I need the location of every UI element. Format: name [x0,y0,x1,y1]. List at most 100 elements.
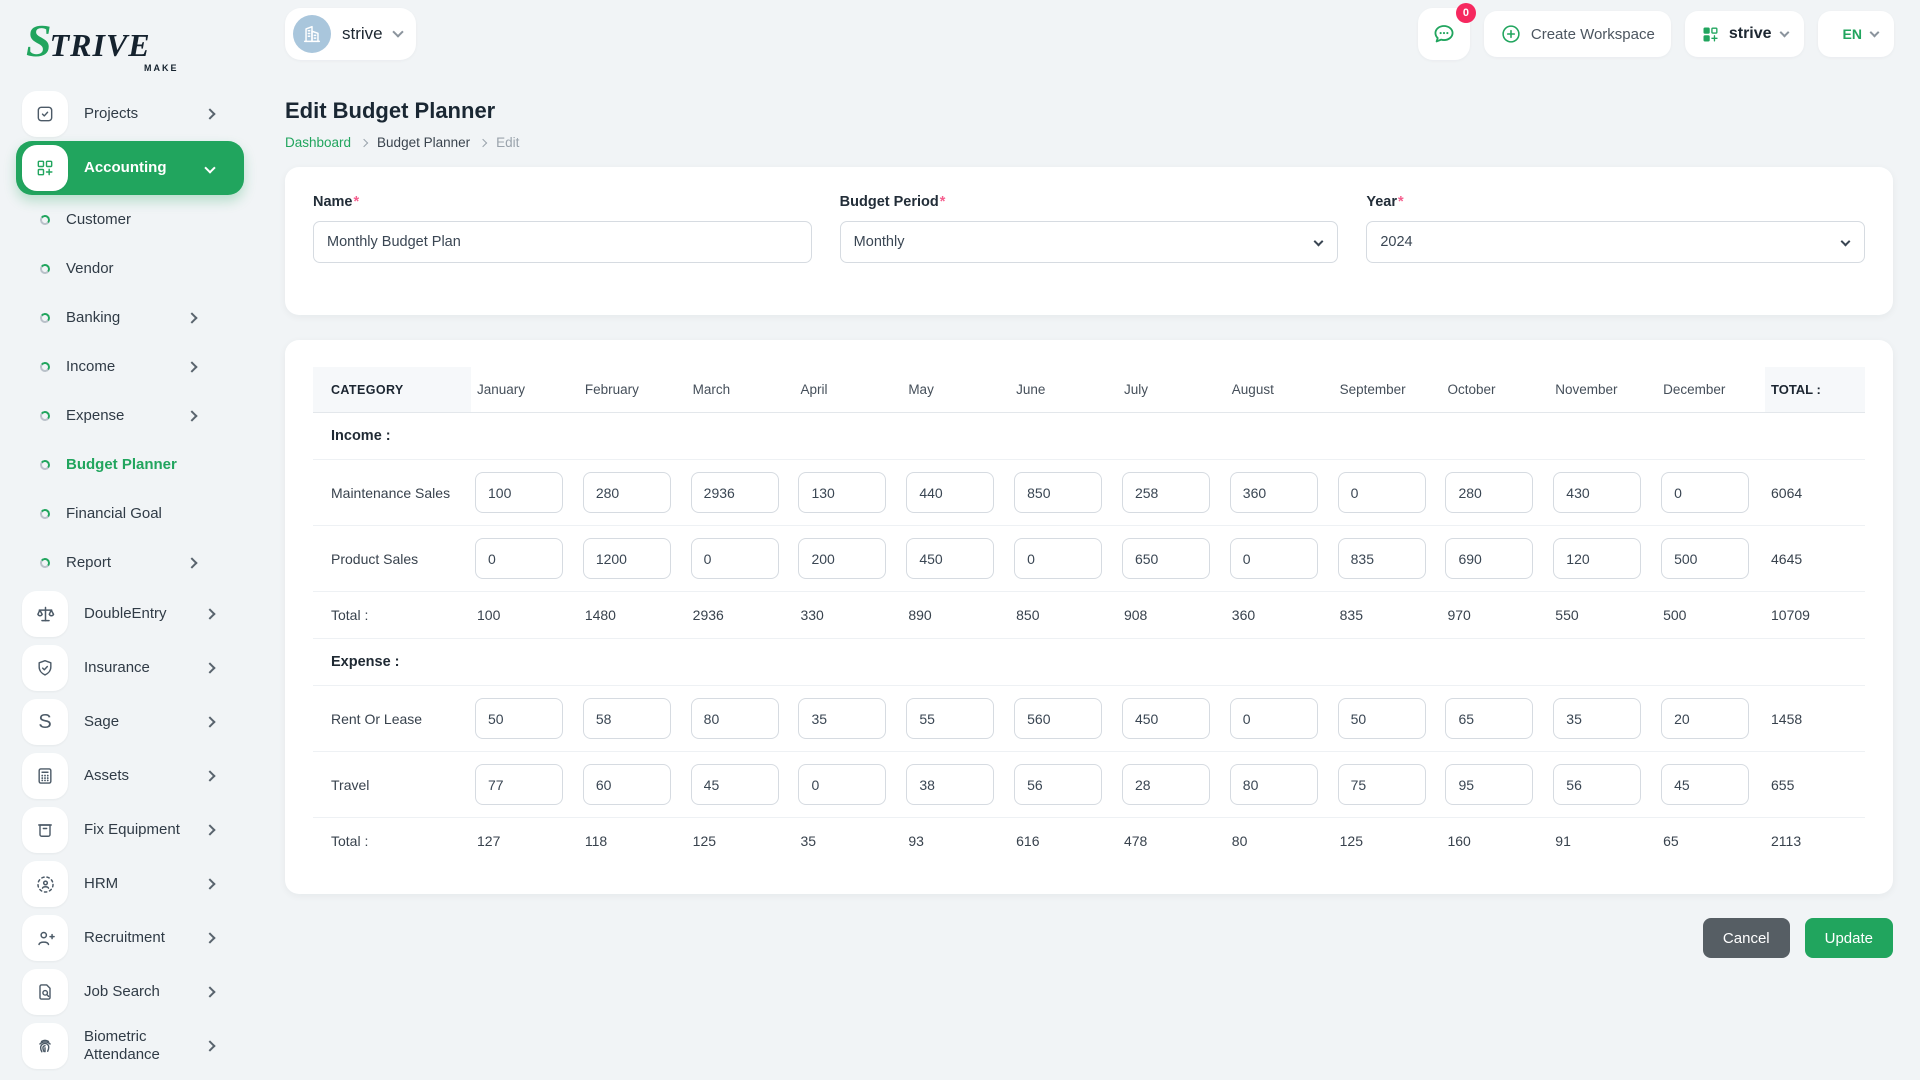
year-label: Year* [1366,194,1404,210]
row-label: Product Sales [313,526,471,592]
budget-amount-input-july[interactable] [1121,538,1210,579]
sidebar-item-label: Financial Goal [66,504,162,522]
budget-amount-input-february[interactable] [582,538,671,579]
sidebar-item-assets[interactable]: Assets [16,749,244,803]
budget-amount-input-september[interactable] [1337,538,1426,579]
budget-amount-input-december[interactable] [1661,698,1750,739]
year-select[interactable]: 2024 [1366,221,1866,263]
app-logo[interactable]: S TRIVE [26,17,244,63]
budget-amount-input-may[interactable] [906,698,995,739]
budget-amount-input-november[interactable] [1553,472,1642,513]
budget-amount-input-july[interactable] [1121,764,1210,805]
sidebar-item-vendor[interactable]: Vendor [16,244,244,293]
name-input[interactable] [313,221,812,263]
sidebar-item-label: Banking [66,308,121,326]
budget-amount-input-october[interactable] [1445,472,1534,513]
language-selector[interactable]: EN [1817,11,1894,57]
amount-cell [1549,460,1658,526]
sidebar-item-fix-equipment[interactable]: Fix Equipment [16,803,244,857]
month-column-header-august: August [1225,367,1334,413]
budget-amount-input-april[interactable] [798,472,887,513]
cancel-button[interactable]: Cancel [1702,918,1790,958]
budget-amount-input-january[interactable] [475,698,563,739]
budget-amount-input-october[interactable] [1445,698,1534,739]
budget-period-select[interactable]: Monthly [839,221,1339,263]
budget-amount-input-june[interactable] [1014,472,1103,513]
budget-amount-input-february[interactable] [582,472,671,513]
sidebar-item-report[interactable]: Report [16,538,244,587]
amount-cell [686,752,795,818]
budget-amount-input-june[interactable] [1014,538,1103,579]
budget-amount-input-january[interactable] [475,764,563,805]
budget-amount-input-december[interactable] [1661,538,1750,579]
sidebar-item-insurance[interactable]: Insurance [16,641,244,695]
budget-amount-input-july[interactable] [1121,698,1210,739]
sidebar-item-banking[interactable]: Banking [16,293,244,342]
amount-cell [1333,752,1442,818]
budget-amount-input-february[interactable] [582,698,671,739]
archive-box-icon [22,807,68,854]
sidebar-item-recruitment[interactable]: Recruitment [16,911,244,965]
workspace-switcher[interactable]: strive [285,8,416,60]
amount-cell [578,526,687,592]
create-workspace-button[interactable]: Create Workspace [1483,11,1671,57]
budget-amount-input-march[interactable] [690,764,779,805]
update-button[interactable]: Update [1804,918,1893,958]
budget-amount-input-november[interactable] [1553,764,1642,805]
sidebar-item-expense[interactable]: Expense [16,391,244,440]
budget-amount-input-december[interactable] [1661,764,1750,805]
budget-amount-input-august[interactable] [1229,538,1318,579]
sidebar-item-financial-goal[interactable]: Financial Goal [16,489,244,538]
chat-button[interactable]: 0 [1417,3,1476,60]
budget-amount-input-march[interactable] [690,538,779,579]
sidebar-item-accounting[interactable]: Accounting [16,141,244,196]
breadcrumb-item-dashboard[interactable]: Dashboard [285,135,351,150]
budget-amount-input-april[interactable] [798,698,887,739]
table-row-travel: Travel 655 [313,752,1865,818]
amount-cell [1117,686,1226,752]
budget-amount-input-august[interactable] [1229,764,1318,805]
budget-amount-input-may[interactable] [906,472,995,513]
budget-amount-input-september[interactable] [1337,764,1426,805]
budget-amount-input-august[interactable] [1229,698,1318,739]
budget-amount-input-april[interactable] [798,538,887,579]
company-switcher[interactable]: strive [1684,11,1804,57]
budget-amount-input-december[interactable] [1661,472,1750,513]
sidebar-item-hrm[interactable]: HRM [16,857,244,911]
language-label: EN [1842,26,1862,42]
budget-amount-input-july[interactable] [1121,472,1210,513]
sidebar-item-budget-planner[interactable]: Budget Planner [16,440,244,489]
letter-s-icon: S [22,699,68,746]
row-label: Maintenance Sales [313,460,471,526]
budget-amount-input-february[interactable] [582,764,671,805]
budget-amount-input-january[interactable] [475,538,563,579]
sidebar-item-income[interactable]: Income [16,342,244,391]
budget-amount-input-june[interactable] [1014,698,1103,739]
budget-amount-input-may[interactable] [906,764,995,805]
budget-amount-input-june[interactable] [1014,764,1103,805]
logo-tagline: MAKE [144,63,179,74]
chevron-right-icon [204,878,216,891]
breadcrumb-item-budget-planner[interactable]: Budget Planner [377,135,470,150]
budget-amount-input-august[interactable] [1229,472,1318,513]
sidebar-item-projects[interactable]: Projects [16,87,244,141]
sidebar-item-sage[interactable]: S Sage [16,695,244,749]
budget-amount-input-march[interactable] [690,472,779,513]
sidebar-item-biometric-attendance[interactable]: Biometric Attendance [16,1019,244,1073]
budget-amount-input-october[interactable] [1445,764,1534,805]
budget-amount-input-september[interactable] [1337,472,1426,513]
budget-amount-input-november[interactable] [1553,538,1642,579]
sidebar-item-job-search[interactable]: Job Search [16,965,244,1019]
budget-amount-input-october[interactable] [1445,538,1534,579]
sidebar-item-customer[interactable]: Customer [16,195,244,244]
budget-amount-input-march[interactable] [690,698,779,739]
budget-amount-input-january[interactable] [475,472,563,513]
budget-amount-input-november[interactable] [1553,698,1642,739]
month-total-value: 118 [584,833,608,849]
chevron-right-icon [204,824,216,837]
amount-cell [1117,526,1226,592]
sidebar-item-doubleentry[interactable]: DoubleEntry [16,587,244,641]
budget-amount-input-may[interactable] [906,538,995,579]
budget-amount-input-september[interactable] [1337,698,1426,739]
budget-amount-input-april[interactable] [798,764,887,805]
